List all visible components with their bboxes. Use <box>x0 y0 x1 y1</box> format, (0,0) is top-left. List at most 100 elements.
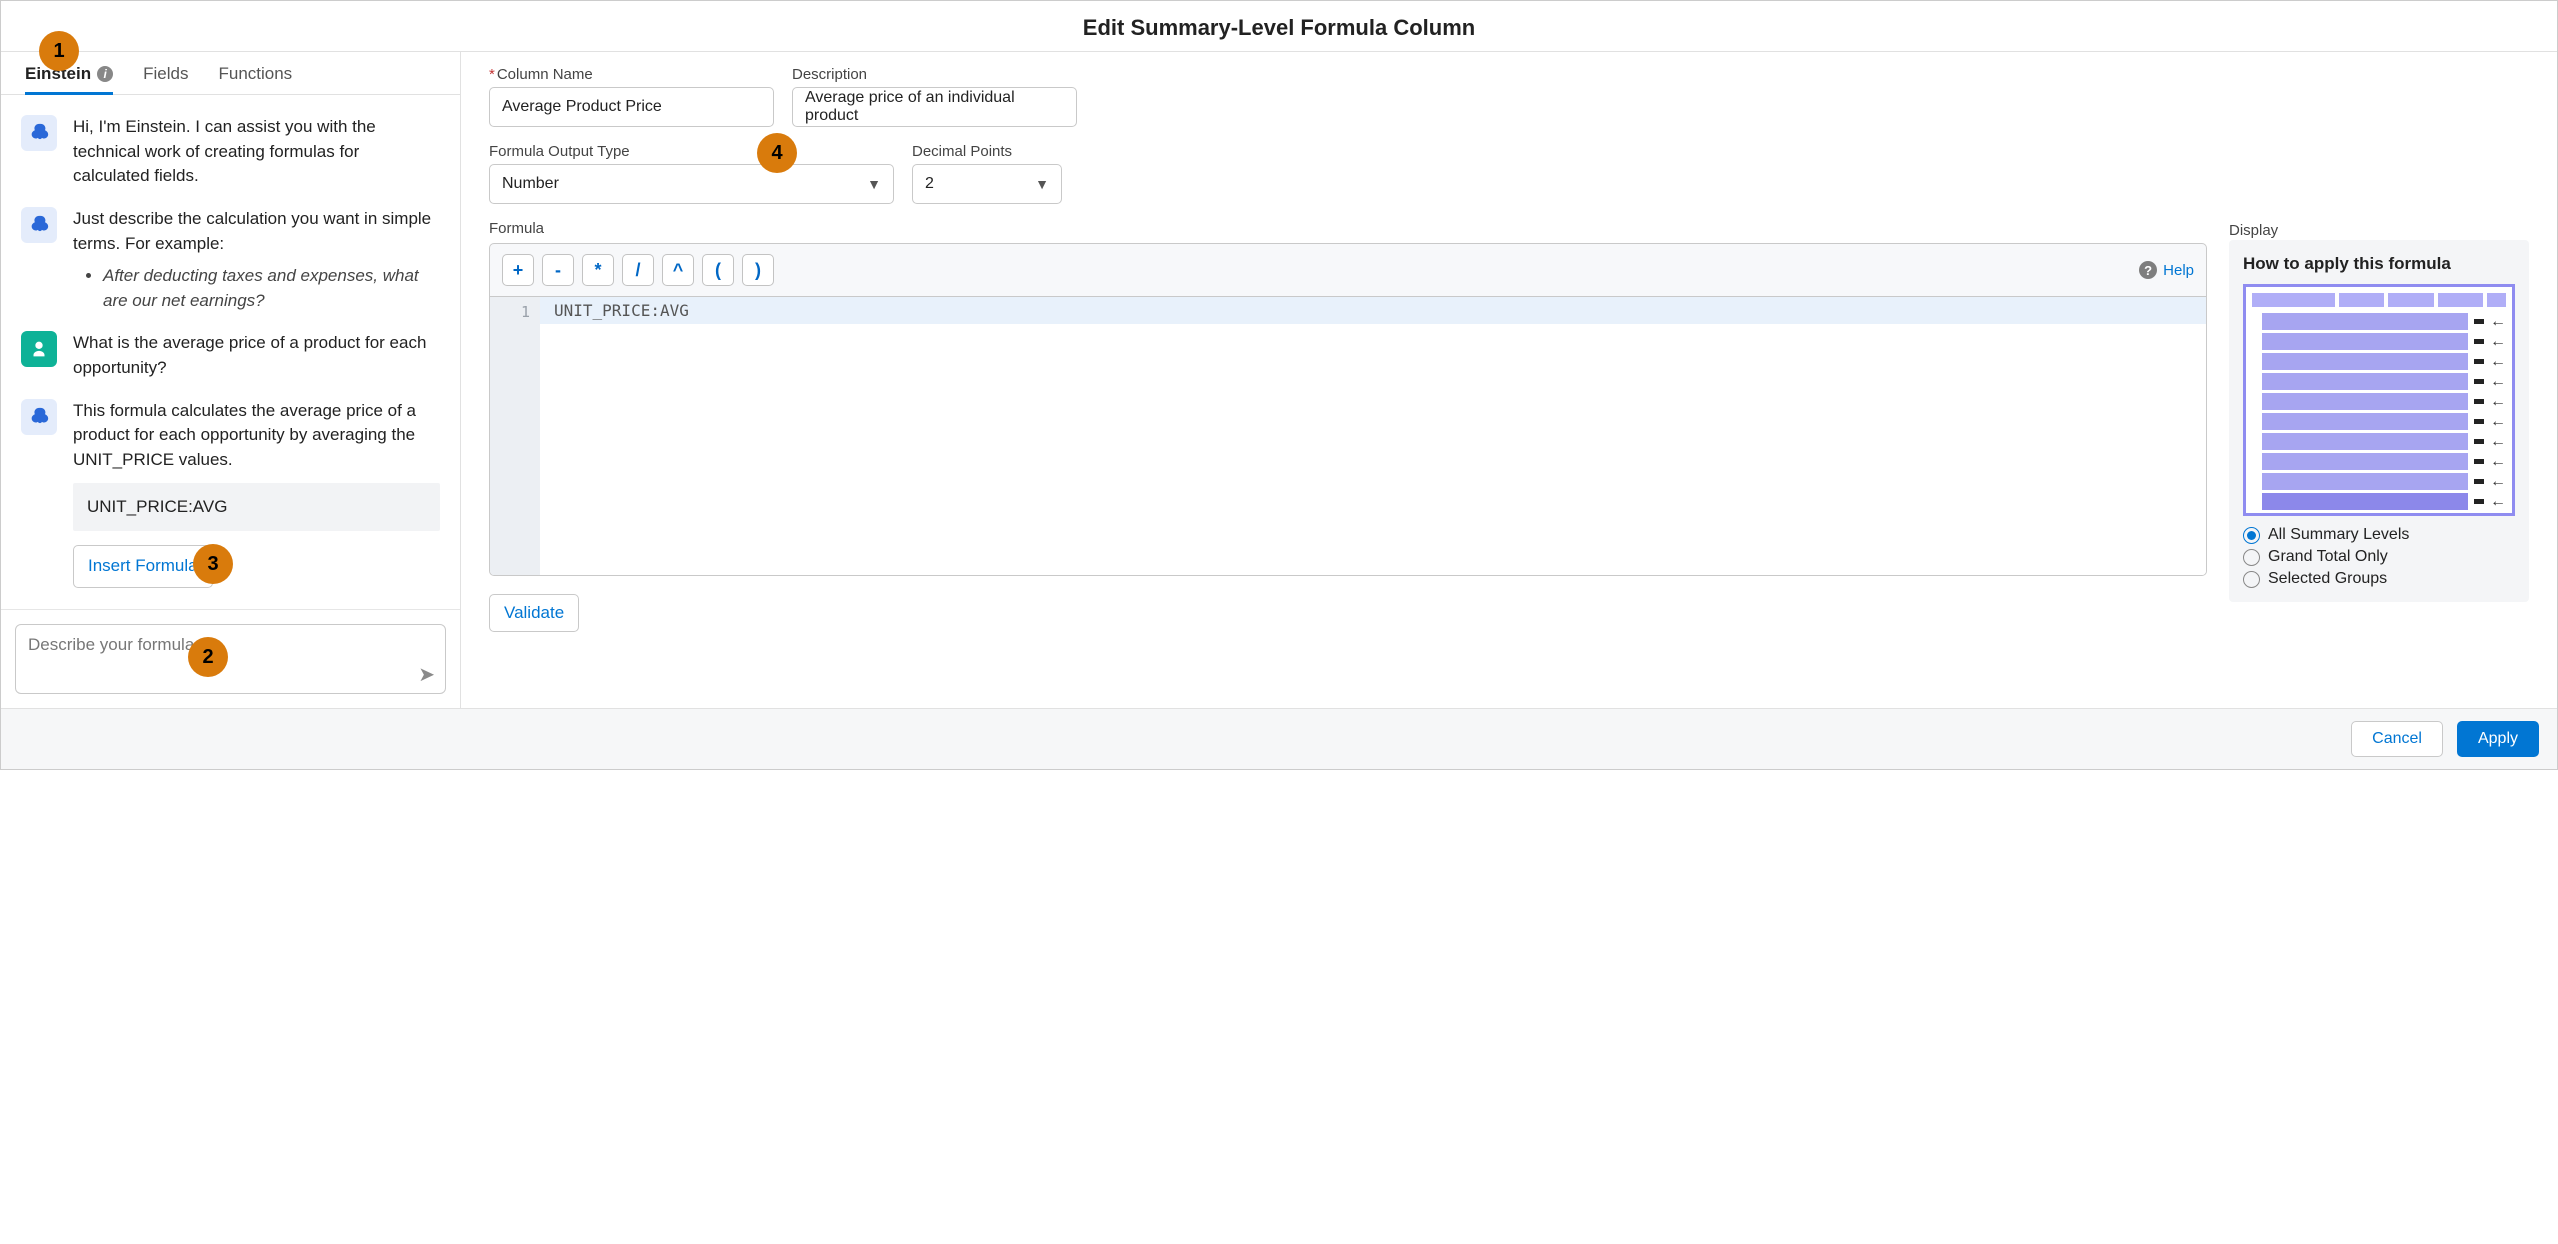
diagram-row: ← <box>2262 413 2506 430</box>
radio-icon <box>2243 527 2260 544</box>
arrow-left-icon: ← <box>2490 314 2506 330</box>
display-section-label: Display <box>2229 222 2278 239</box>
arrow-left-icon: ← <box>2490 354 2506 370</box>
formula-toolbar: + - * / ^ ( ) ? Help <box>489 243 2207 296</box>
arrow-left-icon: ← <box>2490 474 2506 490</box>
einstein-avatar <box>21 115 57 151</box>
diagram-row: ← <box>2262 373 2506 390</box>
display-box: How to apply this formula ← ← <box>2229 240 2529 602</box>
cancel-button[interactable]: Cancel <box>2351 721 2443 757</box>
einstein-avatar <box>21 207 57 243</box>
chevron-down-icon: ▼ <box>1035 176 1049 192</box>
einstein-avatar <box>21 399 57 435</box>
prompt-input[interactable]: Describe your formula... ➤ <box>15 624 446 694</box>
op-multiply[interactable]: * <box>582 254 614 286</box>
arrow-left-icon: ← <box>2490 334 2506 350</box>
arrow-left-icon: ← <box>2490 494 2506 510</box>
tab-fields[interactable]: Fields <box>143 52 188 94</box>
radio-grand-total-only[interactable]: Grand Total Only <box>2243 548 2515 566</box>
radio-icon <box>2243 549 2260 566</box>
column-name-label-text: Column Name <box>497 66 593 83</box>
chat-message: Hi, I'm Einstein. I can assist you with … <box>21 115 440 189</box>
tab-functions[interactable]: Functions <box>218 52 292 94</box>
column-name-input[interactable]: Average Product Price <box>489 87 774 127</box>
prompt-placeholder: Describe your formula... <box>28 635 208 654</box>
arrow-left-icon: ← <box>2490 434 2506 450</box>
op-divide[interactable]: / <box>622 254 654 286</box>
arrow-left-icon: ← <box>2490 394 2506 410</box>
dialog-footer: Cancel Apply <box>1 708 2557 769</box>
formula-editor[interactable]: 1 UNIT_PRICE:AVG <box>489 296 2207 576</box>
description-input[interactable]: Average price of an individual product <box>792 87 1077 127</box>
dialog-title: Edit Summary-Level Formula Column <box>1 1 2557 52</box>
chat-text-lead: Just describe the calculation you want i… <box>73 209 431 253</box>
display-heading: How to apply this formula <box>2243 254 2515 274</box>
callout-2: 2 <box>188 637 228 677</box>
radio-selected-groups[interactable]: Selected Groups <box>2243 570 2515 588</box>
dialog-edit-summary-formula: 1 2 3 4 Edit Summary-Level Formula Colum… <box>0 0 2558 770</box>
chat-text: What is the average price of a product f… <box>73 331 440 380</box>
output-type-select[interactable]: Number ▼ <box>489 164 894 204</box>
display-diagram: ← ← ← ← ← ← ← ← ← ← <box>2243 284 2515 516</box>
op-minus[interactable]: - <box>542 254 574 286</box>
diagram-row: ← <box>2262 473 2506 490</box>
user-avatar <box>21 331 57 367</box>
chat-thread: Hi, I'm Einstein. I can assist you with … <box>1 95 460 609</box>
chat-text: Just describe the calculation you want i… <box>73 207 440 314</box>
validate-button[interactable]: Validate <box>489 594 579 632</box>
radio-all-summary-levels[interactable]: All Summary Levels <box>2243 526 2515 544</box>
chat-text: This formula calculates the average pric… <box>73 399 440 588</box>
diagram-row: ← <box>2262 313 2506 330</box>
arrow-left-icon: ← <box>2490 374 2506 390</box>
editor-line: UNIT_PRICE:AVG <box>540 297 2206 324</box>
op-lparen[interactable]: ( <box>702 254 734 286</box>
chat-message: What is the average price of a product f… <box>21 331 440 380</box>
radio-icon <box>2243 571 2260 588</box>
composer: Describe your formula... ➤ <box>1 609 460 708</box>
apply-button[interactable]: Apply <box>2457 721 2539 757</box>
diagram-row: ← <box>2262 453 2506 470</box>
decimal-points-label: Decimal Points <box>912 143 1062 160</box>
description-label: Description <box>792 66 1077 83</box>
diagram-row: ← <box>2262 333 2506 350</box>
send-icon[interactable]: ➤ <box>418 662 435 687</box>
radio-label: All Summary Levels <box>2268 526 2409 544</box>
left-panel: Einstein i Fields Functions Hi, I'm Eins… <box>1 52 461 708</box>
arrow-left-icon: ← <box>2490 454 2506 470</box>
diagram-row: ← <box>2262 493 2506 510</box>
output-type-value: Number <box>502 175 559 193</box>
diagram-row: ← <box>2262 393 2506 410</box>
help-label: Help <box>2163 262 2194 279</box>
op-power[interactable]: ^ <box>662 254 694 286</box>
arrow-left-icon: ← <box>2490 414 2506 430</box>
radio-label: Grand Total Only <box>2268 548 2388 566</box>
output-type-label: Formula Output Type <box>489 143 894 160</box>
einstein-icon <box>28 214 50 236</box>
display-options: All Summary Levels Grand Total Only Sele… <box>2243 526 2515 588</box>
radio-label: Selected Groups <box>2268 570 2387 588</box>
einstein-icon <box>28 122 50 144</box>
info-icon: i <box>97 66 113 82</box>
user-icon <box>28 338 50 360</box>
chat-text: Hi, I'm Einstein. I can assist you with … <box>73 115 440 189</box>
callout-4: 4 <box>757 133 797 173</box>
callout-1: 1 <box>39 31 79 71</box>
formula-section-label: Formula <box>489 220 2207 237</box>
chat-text-body: This formula calculates the average pric… <box>73 401 416 469</box>
chat-message: Just describe the calculation you want i… <box>21 207 440 314</box>
chat-text-example: After deducting taxes and expenses, what… <box>103 264 440 313</box>
insert-formula-button[interactable]: Insert Formula <box>73 545 213 588</box>
diagram-row: ← <box>2262 433 2506 450</box>
editor-gutter: 1 <box>490 297 540 575</box>
generated-formula: UNIT_PRICE:AVG <box>73 483 440 532</box>
column-name-label: *Column Name <box>489 66 774 83</box>
decimal-points-select[interactable]: 2 ▼ <box>912 164 1062 204</box>
op-plus[interactable]: + <box>502 254 534 286</box>
help-link[interactable]: ? Help <box>2139 261 2194 279</box>
op-rparen[interactable]: ) <box>742 254 774 286</box>
editor-code[interactable]: UNIT_PRICE:AVG <box>540 297 2206 575</box>
callout-3: 3 <box>193 544 233 584</box>
chevron-down-icon: ▼ <box>867 176 881 192</box>
einstein-icon <box>28 406 50 428</box>
diagram-row: ← <box>2262 353 2506 370</box>
